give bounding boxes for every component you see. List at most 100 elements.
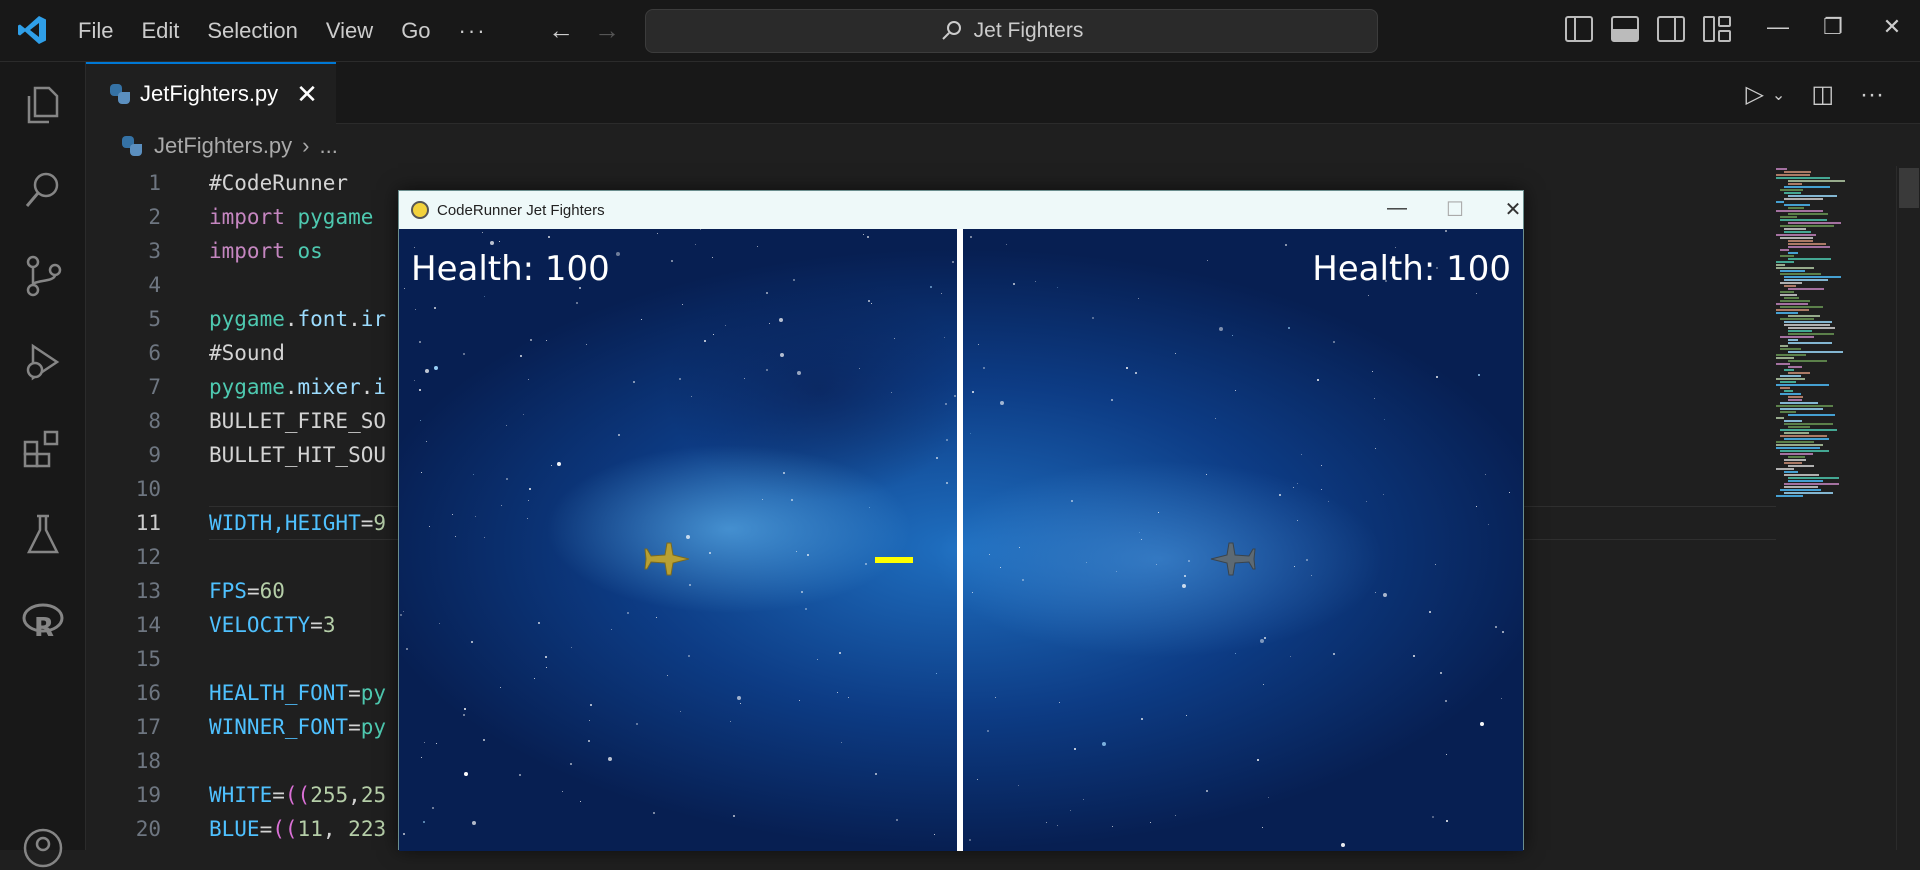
minimap-line [1788, 399, 1802, 401]
scrollbar-thumb[interactable] [1899, 168, 1919, 208]
star [1206, 474, 1207, 475]
close-tab-icon[interactable]: ✕ [296, 79, 318, 110]
line-code: WIDTH,HEIGHT=9 [209, 511, 387, 535]
breadcrumb-more[interactable]: ... [320, 133, 338, 159]
star [712, 257, 713, 258]
search-view-icon[interactable] [21, 168, 65, 212]
minimize-icon[interactable]: — [1758, 14, 1798, 40]
game-canvas[interactable]: Health: 100 Health: 100 [399, 229, 1523, 851]
star [1502, 631, 1504, 633]
run-debug-icon[interactable] [21, 340, 65, 384]
minimap-line [1784, 432, 1809, 434]
star [730, 721, 731, 722]
menu-edit[interactable]: Edit [141, 18, 179, 44]
yellow-bullet [875, 557, 913, 563]
source-control-icon[interactable] [21, 254, 65, 298]
star [1141, 718, 1143, 720]
star [1018, 785, 1019, 786]
explorer-icon[interactable] [21, 82, 65, 126]
star [1156, 564, 1157, 565]
run-dropdown-chevron-icon[interactable]: ⌄ [1772, 85, 1785, 105]
minimap-line [1780, 387, 1790, 389]
split-editor-icon[interactable]: ◫ [1811, 80, 1834, 109]
star [616, 252, 620, 256]
star [590, 704, 592, 706]
command-center-search[interactable]: Jet Fighters [645, 9, 1378, 53]
star [557, 462, 561, 466]
star [1375, 448, 1376, 449]
menu-selection[interactable]: Selection [207, 18, 298, 44]
vertical-scrollbar[interactable] [1896, 166, 1920, 850]
line-number: 16 [135, 681, 161, 705]
star [551, 465, 552, 466]
line-number: 17 [135, 715, 161, 739]
star [737, 696, 741, 700]
run-python-file-icon[interactable]: ▷ [1745, 80, 1763, 109]
tab-jetfighters[interactable]: JetFighters.py ✕ [86, 62, 336, 124]
minimap-line [1780, 225, 1834, 227]
minimap-line [1776, 168, 1787, 170]
back-arrow-icon[interactable]: ← [546, 16, 576, 46]
menu-view[interactable]: View [326, 18, 373, 44]
line-number: 2 [148, 205, 161, 229]
customize-layout-icon[interactable] [1703, 16, 1731, 42]
minimap-line [1784, 438, 1829, 440]
minimap-line [1776, 357, 1794, 359]
minimap-line [1788, 195, 1837, 197]
star [841, 742, 842, 743]
minimap-line [1788, 342, 1832, 344]
star [455, 536, 456, 537]
star [1395, 247, 1396, 248]
star [618, 434, 620, 436]
game-window-titlebar[interactable]: CodeRunner Jet Fighters — ☐ ✕ [399, 191, 1523, 229]
toggle-panel-icon[interactable] [1611, 16, 1639, 42]
minimap-line [1776, 444, 1823, 446]
star [1188, 560, 1190, 562]
minimap-line [1788, 207, 1804, 209]
minimap-line [1784, 276, 1841, 278]
menu-go[interactable]: Go [401, 18, 430, 44]
star [520, 355, 522, 357]
star [779, 318, 783, 322]
star [1290, 656, 1291, 657]
star [501, 505, 502, 506]
star [1301, 454, 1302, 455]
star [704, 340, 706, 342]
toggle-primary-sidebar-icon[interactable] [1565, 16, 1593, 42]
accounts-icon[interactable] [21, 826, 65, 870]
game-window[interactable]: CodeRunner Jet Fighters — ☐ ✕ Health: 10… [398, 190, 1524, 851]
minimap[interactable] [1776, 166, 1896, 850]
r-language-icon[interactable]: R [21, 598, 65, 642]
star [1207, 260, 1208, 261]
star [436, 743, 437, 744]
testing-flask-icon[interactable] [21, 512, 65, 556]
game-minimize-icon[interactable]: — [1377, 197, 1417, 220]
star [671, 260, 673, 262]
breadcrumb: JetFighters.py › ... [122, 130, 338, 162]
star [945, 403, 947, 405]
more-actions-icon[interactable]: ··· [1860, 81, 1884, 109]
menu-more[interactable]: ··· [459, 18, 487, 44]
toggle-secondary-sidebar-icon[interactable] [1657, 16, 1685, 42]
star [424, 742, 425, 743]
restore-icon[interactable]: ❐ [1813, 14, 1853, 40]
menu-file[interactable]: File [78, 18, 113, 44]
minimap-line [1780, 429, 1837, 431]
star [1092, 317, 1094, 319]
star [766, 369, 768, 371]
star [1368, 295, 1369, 296]
minimap-line [1776, 234, 1816, 236]
vscode-logo-icon [18, 16, 46, 44]
minimap-line [1780, 300, 1810, 302]
forward-arrow-icon[interactable]: → [592, 16, 622, 46]
star [1495, 626, 1497, 628]
star [406, 648, 408, 650]
minimap-line [1788, 327, 1835, 329]
breadcrumb-file[interactable]: JetFighters.py [154, 133, 292, 159]
breadcrumb-separator: › [302, 133, 310, 158]
extensions-icon[interactable] [21, 426, 65, 470]
star [608, 757, 612, 761]
game-close-icon[interactable]: ✕ [1493, 197, 1533, 222]
close-window-icon[interactable]: ✕ [1872, 14, 1912, 40]
star [859, 368, 860, 369]
